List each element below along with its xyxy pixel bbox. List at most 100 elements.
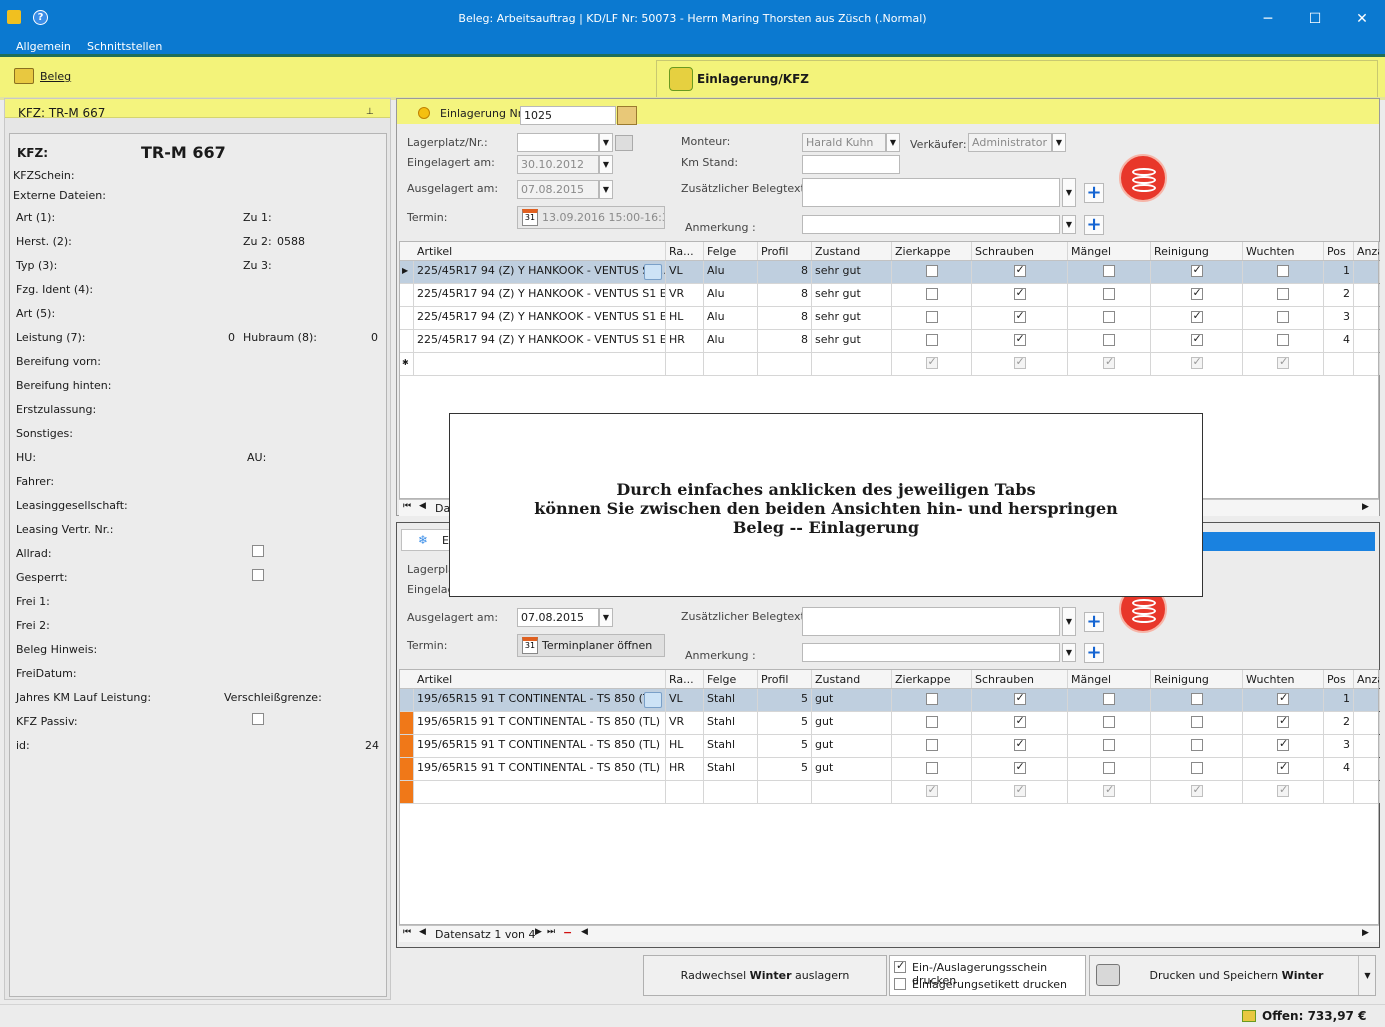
row-checkbox[interactable] xyxy=(1103,693,1115,705)
cell-zustand[interactable]: sehr gut xyxy=(812,284,892,306)
table-row[interactable]: 225/45R17 94 (Z) Y HANKOOK - VENTUS S1 E… xyxy=(400,330,1380,353)
column-header[interactable]: Felge xyxy=(704,242,758,260)
cell-check[interactable] xyxy=(1068,284,1151,306)
cell-check[interactable] xyxy=(1243,758,1324,780)
nav-2-prev-button[interactable]: ◀ xyxy=(419,927,426,937)
cell-zustand[interactable]: gut xyxy=(812,712,892,734)
cell-check[interactable] xyxy=(892,284,972,306)
row-checkbox[interactable] xyxy=(1103,334,1115,346)
row-checkbox[interactable] xyxy=(1277,760,1289,774)
row-checkbox[interactable] xyxy=(1103,355,1115,369)
new-row[interactable]: ✱ xyxy=(400,353,1380,376)
cell-rad[interactable]: VR xyxy=(666,712,704,734)
cell-felge[interactable]: Stahl xyxy=(704,689,758,711)
cell-check[interactable] xyxy=(1243,261,1324,283)
cell-anzahl[interactable] xyxy=(1354,781,1380,803)
cell-profil[interactable]: 5 xyxy=(758,712,812,734)
cell-check[interactable] xyxy=(1151,735,1243,757)
cell-check[interactable] xyxy=(1068,261,1151,283)
column-header[interactable]: Anza xyxy=(1354,670,1380,688)
cell-check[interactable] xyxy=(1243,307,1324,329)
column-header[interactable]: Schrauben xyxy=(972,670,1068,688)
verkaeufer-input[interactable]: Administrator xyxy=(968,133,1052,152)
table-row[interactable]: 195/65R15 91 T CONTINENTAL - TS 850 (TL)… xyxy=(400,712,1380,735)
row-checkbox[interactable] xyxy=(1190,263,1203,277)
row-checkbox[interactable] xyxy=(1190,716,1203,728)
auslagerungsschein-checkbox[interactable] xyxy=(894,959,906,973)
row-checkbox[interactable] xyxy=(1013,263,1026,277)
cell-check[interactable] xyxy=(972,307,1068,329)
cell-zustand[interactable] xyxy=(812,353,892,375)
cell-check[interactable] xyxy=(892,735,972,757)
column-header[interactable]: Ra... xyxy=(666,242,704,260)
new-row[interactable] xyxy=(400,781,1380,804)
minimize-button[interactable]: ─ xyxy=(1255,8,1281,30)
row-checkbox[interactable] xyxy=(925,716,938,728)
cell-rad[interactable]: VR xyxy=(666,284,704,306)
column-header[interactable]: Artikel xyxy=(414,242,666,260)
termin-field[interactable]: 31 13.09.2016 15:00-16:30 xyxy=(517,206,665,229)
row-checkbox[interactable] xyxy=(925,739,938,751)
cell-check[interactable] xyxy=(972,781,1068,803)
cell-pos[interactable]: 2 xyxy=(1324,284,1354,306)
cell-check[interactable] xyxy=(1068,353,1151,375)
cell-zustand[interactable]: sehr gut xyxy=(812,330,892,352)
column-header[interactable]: Pos xyxy=(1324,670,1354,688)
row-checkbox[interactable] xyxy=(1103,311,1115,323)
cell-check[interactable] xyxy=(972,284,1068,306)
cell-check[interactable] xyxy=(1151,353,1243,375)
row-checkbox[interactable] xyxy=(1190,332,1203,346)
ausgelagert-input[interactable]: 07.08.2015 xyxy=(517,180,599,199)
cell-rad[interactable]: VL xyxy=(666,261,704,283)
column-header[interactable]: Zierkappe xyxy=(892,670,972,688)
table-row[interactable]: ▶ 225/45R17 94 (Z) Y HANKOOK - VENTUS S1 … xyxy=(400,261,1380,284)
cell-rad[interactable]: HL xyxy=(666,735,704,757)
row-checkbox[interactable] xyxy=(925,693,938,705)
grid-2-hscroll-left[interactable]: ◀ xyxy=(581,927,588,937)
cell-zustand[interactable]: gut xyxy=(812,758,892,780)
cell-profil[interactable] xyxy=(758,781,812,803)
einlagerung-nr-input[interactable]: 1025 xyxy=(520,106,616,125)
cell-check[interactable] xyxy=(1068,712,1151,734)
row-checkbox[interactable] xyxy=(1013,737,1026,751)
cell-check[interactable] xyxy=(972,353,1068,375)
anmerkung-2-input[interactable] xyxy=(802,643,1060,662)
cell-anzahl[interactable] xyxy=(1354,261,1380,283)
cell-check[interactable] xyxy=(1243,735,1324,757)
anmerkung-dropdown[interactable]: ▼ xyxy=(1062,215,1076,234)
column-header[interactable]: Reinigung xyxy=(1151,670,1243,688)
lagerplatz-input[interactable] xyxy=(517,133,599,152)
column-header[interactable]: Artikel xyxy=(414,670,666,688)
radwechsel-winter-button[interactable]: Radwechsel Winter auslagern xyxy=(643,955,887,996)
eingelagert-input[interactable]: 30.10.2012 xyxy=(517,155,599,174)
search-person-icon[interactable] xyxy=(617,106,637,125)
cell-check[interactable] xyxy=(1151,781,1243,803)
allrad-checkbox[interactable] xyxy=(252,545,264,557)
cell-check[interactable] xyxy=(972,261,1068,283)
cell-check[interactable] xyxy=(1151,284,1243,306)
table-row[interactable]: 195/65R15 91 T CONTINENTAL - TS 850 (TL)… xyxy=(400,735,1380,758)
nav-2-next-button[interactable]: ▶ xyxy=(535,927,542,937)
row-checkbox[interactable] xyxy=(1190,762,1203,774)
anmerkung-add-button[interactable]: + xyxy=(1084,215,1104,235)
cell-artikel[interactable]: 195/65R15 91 T CONTINENTAL - TS 850 (TL) xyxy=(414,689,666,711)
cell-anzahl[interactable] xyxy=(1354,307,1380,329)
row-checkbox[interactable] xyxy=(1190,286,1203,300)
anmerkung-2-dropdown[interactable]: ▼ xyxy=(1062,643,1076,662)
zusatz-2-add-button[interactable]: + xyxy=(1084,612,1104,632)
cell-check[interactable] xyxy=(892,353,972,375)
table-row[interactable]: 225/45R17 94 (Z) Y HANKOOK - VENTUS S1 E… xyxy=(400,307,1380,330)
cell-check[interactable] xyxy=(1243,781,1324,803)
cell-artikel[interactable] xyxy=(414,781,666,803)
cell-anzahl[interactable] xyxy=(1354,735,1380,757)
cell-felge[interactable]: Stahl xyxy=(704,712,758,734)
nav-1-prev-button[interactable]: ◀ xyxy=(419,501,426,511)
cell-check[interactable] xyxy=(892,758,972,780)
search-icon[interactable] xyxy=(644,264,662,280)
cell-artikel[interactable]: 225/45R17 94 (Z) Y HANKOOK - VENTUS S1 E… xyxy=(414,284,666,306)
gesperrt-checkbox[interactable] xyxy=(252,569,264,581)
row-checkbox[interactable] xyxy=(925,783,938,797)
row-checkbox[interactable] xyxy=(1103,762,1115,774)
cell-artikel[interactable]: 225/45R17 94 (Z) Y HANKOOK - VENTUS S1 .… xyxy=(414,261,666,283)
row-checkbox[interactable] xyxy=(1277,691,1289,705)
